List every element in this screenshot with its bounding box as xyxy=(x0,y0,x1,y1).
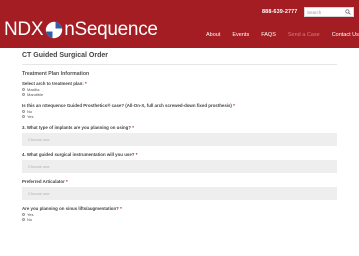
search-box[interactable] xyxy=(304,7,354,17)
question-label: 4. What guided surgical instrumentation … xyxy=(22,152,138,157)
articulator-select[interactable]: Choose one xyxy=(22,187,337,200)
logo-cross-icon xyxy=(46,21,63,39)
radio-button[interactable] xyxy=(22,212,26,217)
nav-contact-us[interactable]: Contact Us xyxy=(332,32,359,38)
question-label: Preferred Articulator * xyxy=(22,179,68,184)
radio-button[interactable] xyxy=(22,109,26,114)
question-label: Are you planning on sinus lifts/augmenta… xyxy=(22,206,122,211)
implants-select[interactable]: Choose one xyxy=(22,133,337,146)
radio-button[interactable] xyxy=(22,87,26,92)
question-label: 3. What type of implants are you plannin… xyxy=(22,125,134,130)
question-label: Is this an nSequence Guided Prosthetics®… xyxy=(22,103,235,108)
section-title: Treatment Plan Information xyxy=(22,71,90,77)
question-articulator: Preferred Articulator * Choose one xyxy=(22,179,337,200)
question-sinus-lifts: Are you planning on sinus lifts/augmenta… xyxy=(22,206,337,222)
logo-name-text: nSequence xyxy=(64,19,158,40)
title-divider xyxy=(22,64,337,65)
site-header: 888-639-2777 NDX nSequence About Events … xyxy=(0,0,359,48)
search-input[interactable] xyxy=(307,9,345,16)
question-label: Select arch to treatment plan: * xyxy=(22,81,87,86)
nav-about[interactable]: About xyxy=(206,32,220,38)
page-title: CT Guided Surgical Order xyxy=(22,52,108,59)
question-implants: 3. What type of implants are you plannin… xyxy=(22,125,337,146)
order-form: CT Guided Surgical Order Treatment Plan … xyxy=(22,49,337,222)
search-icon[interactable] xyxy=(345,9,351,15)
option-yes[interactable]: Yes xyxy=(22,114,337,119)
phone-number[interactable]: 888-639-2777 xyxy=(262,9,297,15)
radio-button[interactable] xyxy=(22,114,26,119)
nav-faqs[interactable]: FAQS xyxy=(261,32,276,38)
logo-ndx-text: NDX xyxy=(4,19,44,40)
nav-events[interactable]: Events xyxy=(232,32,249,38)
main-nav: About Events FAQS Send a Case Contact Us xyxy=(206,32,359,38)
question-guided-prosthetics: Is this an nSequence Guided Prosthetics®… xyxy=(22,103,337,119)
question-arch: Select arch to treatment plan: * Maxilla… xyxy=(22,81,337,97)
instrumentation-select[interactable]: Choose one xyxy=(22,160,337,173)
option-mandible[interactable]: Mandible xyxy=(22,92,337,97)
radio-button[interactable] xyxy=(22,92,26,97)
question-instrumentation: 4. What guided surgical instrumentation … xyxy=(22,152,337,173)
site-logo[interactable]: NDX nSequence xyxy=(4,19,158,41)
nav-send-a-case[interactable]: Send a Case xyxy=(288,32,320,38)
option-no[interactable]: No xyxy=(22,217,337,222)
radio-button[interactable] xyxy=(22,217,26,222)
